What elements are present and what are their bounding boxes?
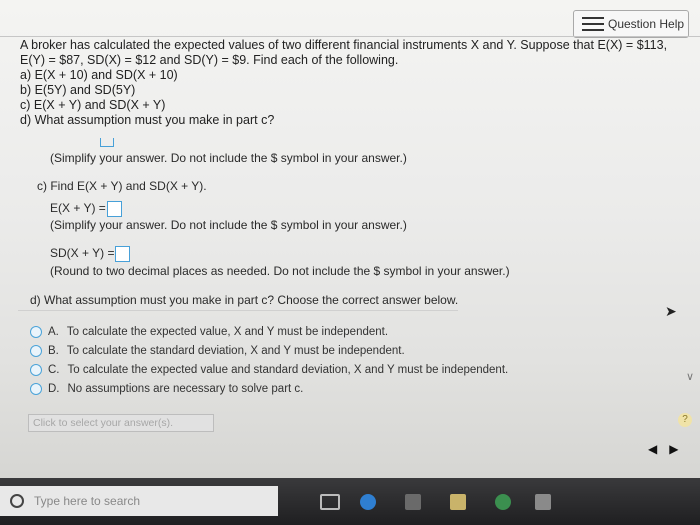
app-icon[interactable] [495, 494, 511, 510]
search-placeholder: Type here to search [34, 494, 141, 508]
option-text: To calculate the expected value and stan… [67, 364, 509, 376]
option-text: To calculate the expected value, X and Y… [66, 326, 389, 338]
e-sum-row: E(X + Y) = [50, 201, 122, 217]
select-answer-hint: Click to select your answer(s). [28, 414, 214, 432]
nav-arrows: ◀▶ [648, 442, 690, 456]
search-icon [10, 494, 24, 508]
option-a[interactable]: A. To calculate the expected value, X an… [30, 324, 388, 340]
taskbar: Type here to search [0, 478, 700, 525]
screen: Question Help A broker has calculated th… [0, 0, 700, 478]
question-line: a) E(X + 10) and SD(X + 10) [20, 68, 178, 82]
sd-sum-note: (Round to two decimal places as needed. … [50, 264, 510, 278]
list-icon [582, 17, 604, 31]
answer-box-partial[interactable] [100, 138, 114, 147]
chevron-down-icon[interactable]: ∨ [686, 370, 694, 383]
taskbar-search[interactable]: Type here to search [0, 486, 278, 516]
question-text: A broker has calculated the expected val… [20, 38, 670, 128]
radio-c[interactable] [30, 364, 42, 376]
sd-sum-row: SD(X + Y) = [50, 246, 131, 262]
option-b[interactable]: B. To calculate the standard deviation, … [30, 343, 405, 359]
option-text: No assumptions are necessary to solve pa… [67, 383, 304, 395]
store-icon[interactable] [405, 494, 421, 510]
e-sum-input[interactable] [106, 201, 122, 217]
radio-b[interactable] [30, 345, 42, 357]
part-c-heading: c) Find E(X + Y) and SD(X + Y). [37, 179, 207, 193]
option-text: To calculate the standard deviation, X a… [66, 345, 405, 357]
part-b-note: (Simplify your answer. Do not include th… [50, 151, 407, 165]
e-sum-note: (Simplify your answer. Do not include th… [50, 218, 407, 232]
file-explorer-icon[interactable] [450, 494, 466, 510]
cursor-icon: ➤ [665, 303, 677, 319]
option-c[interactable]: C. To calculate the expected value and s… [30, 362, 508, 378]
sd-sum-input[interactable] [115, 246, 131, 262]
question-help-label: Question Help [608, 17, 685, 31]
question-line: d) What assumption must you make in part… [20, 113, 275, 127]
question-line: b) E(5Y) and SD(5Y) [20, 83, 136, 97]
question-line: E(Y) = $87, SD(X) = $12 and SD(Y) = $9. … [20, 53, 399, 67]
option-d[interactable]: D. No assumptions are necessary to solve… [30, 381, 303, 397]
option-letter: A. [48, 326, 59, 338]
help-icon[interactable]: ? [678, 413, 692, 427]
option-letter: B. [48, 345, 59, 357]
radio-a[interactable] [30, 326, 42, 338]
question-help-button[interactable]: Question Help [573, 10, 689, 38]
header-divider [0, 36, 700, 37]
radio-d[interactable] [30, 383, 42, 395]
next-arrow-icon[interactable]: ▶ [669, 442, 690, 456]
part-d-heading: d) What assumption must you make in part… [30, 293, 459, 307]
app-icon[interactable] [535, 494, 551, 510]
question-line: A broker has calculated the expected val… [20, 38, 668, 52]
option-letter: C. [48, 364, 60, 376]
option-letter: D. [48, 383, 60, 395]
options-divider [18, 310, 458, 311]
question-line: c) E(X + Y) and SD(X + Y) [20, 98, 166, 112]
edge-icon[interactable] [360, 494, 376, 510]
task-view-icon[interactable] [320, 494, 340, 510]
sd-sum-label: SD(X + Y) = [50, 246, 115, 261]
e-sum-label: E(X + Y) = [50, 201, 106, 216]
previous-arrow-icon[interactable]: ◀ [648, 442, 669, 456]
